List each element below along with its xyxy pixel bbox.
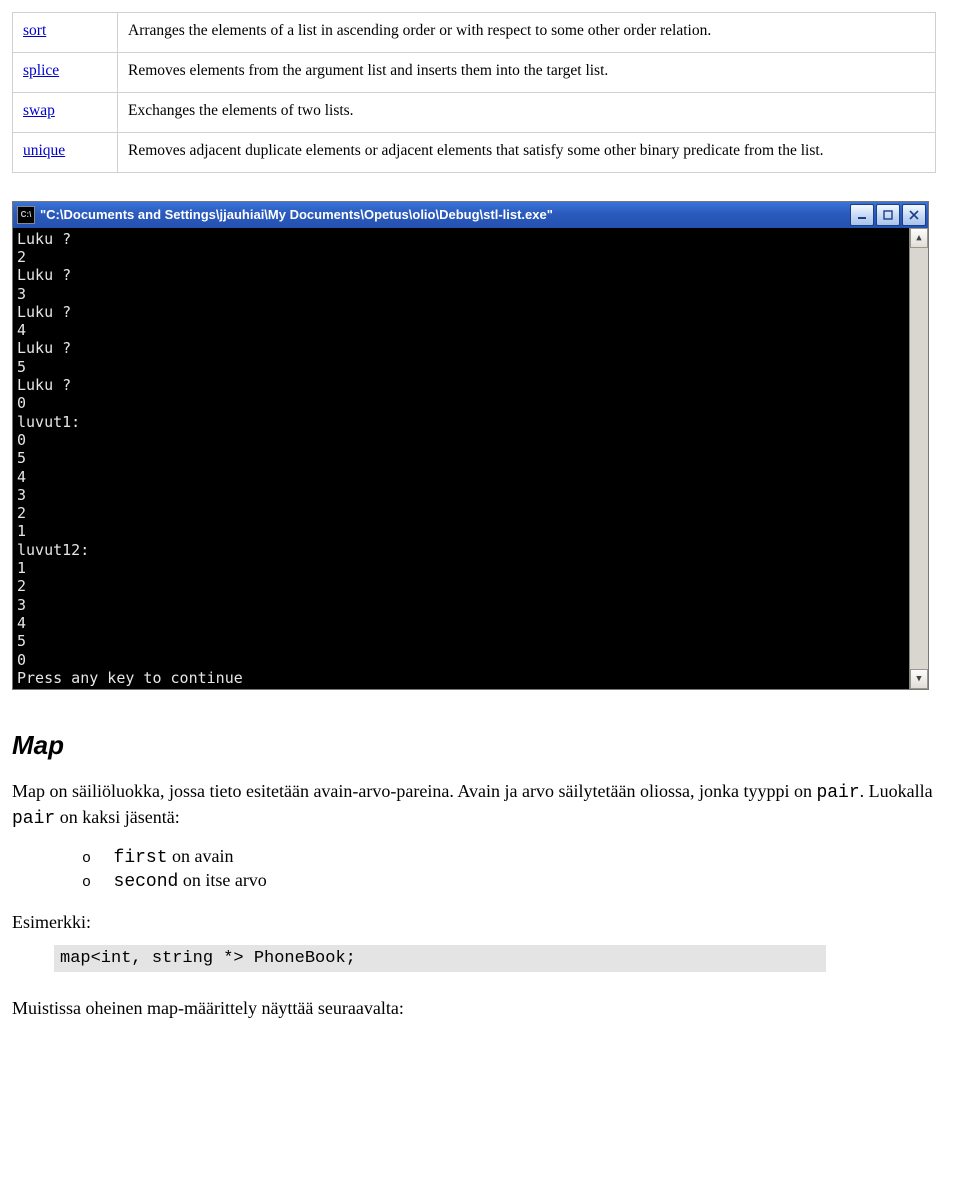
text-fragment: on avain [168,846,234,866]
list-item: second on itse arvo [82,870,936,892]
text-fragment: on kaksi jäsentä: [55,807,179,827]
code-first: first [114,848,168,868]
scroll-down-icon[interactable]: ▼ [910,669,928,689]
func-desc: Arranges the elements of a list in ascen… [118,13,936,53]
closing-paragraph: Muistissa oheinen map-määrittely näyttää… [12,996,936,1020]
func-desc: Removes elements from the argument list … [118,52,936,92]
table-row: splice Removes elements from the argumen… [13,52,936,92]
pair-members-list: first on avain second on itse arvo [82,846,936,892]
text-fragment: Map on säiliöluokka, jossa tieto esitetä… [12,781,816,801]
func-desc: Exchanges the elements of two lists. [118,92,936,132]
example-label: Esimerkki: [12,912,936,933]
func-desc: Removes adjacent duplicate elements or a… [118,132,936,172]
console-title: "C:\Documents and Settings\jjauhiai\My D… [40,207,553,222]
cmd-icon: C:\ [17,206,35,224]
text-fragment: . Luokalla [860,781,933,801]
console-scrollbar[interactable]: ▲ ▼ [909,228,928,689]
console-titlebar[interactable]: C:\ "C:\Documents and Settings\jjauhiai\… [13,202,928,228]
scroll-up-icon[interactable]: ▲ [910,228,928,248]
code-block-phonebook: map<int, string *> PhoneBook; [54,945,826,972]
text-fragment: on itse arvo [178,870,266,890]
code-second: second [114,872,179,892]
code-pair: pair [816,783,859,803]
list-item: first on avain [82,846,936,868]
console-window: C:\ "C:\Documents and Settings\jjauhiai\… [12,201,929,690]
scroll-track[interactable] [910,248,928,669]
table-row: sort Arranges the elements of a list in … [13,13,936,53]
func-link-unique[interactable]: unique [23,142,65,159]
close-button[interactable] [902,204,926,226]
map-intro-paragraph: Map on säiliöluokka, jossa tieto esitetä… [12,779,936,832]
table-row: swap Exchanges the elements of two lists… [13,92,936,132]
code-pair: pair [12,809,55,829]
minimize-button[interactable] [850,204,874,226]
func-link-sort[interactable]: sort [23,22,46,39]
console-output: Luku ? 2 Luku ? 3 Luku ? 4 Luku ? 5 Luku… [13,228,909,689]
section-heading-map: Map [12,730,936,761]
function-table: sort Arranges the elements of a list in … [12,12,936,173]
maximize-button[interactable] [876,204,900,226]
func-link-swap[interactable]: swap [23,102,55,119]
func-link-splice[interactable]: splice [23,62,59,79]
table-row: unique Removes adjacent duplicate elemen… [13,132,936,172]
